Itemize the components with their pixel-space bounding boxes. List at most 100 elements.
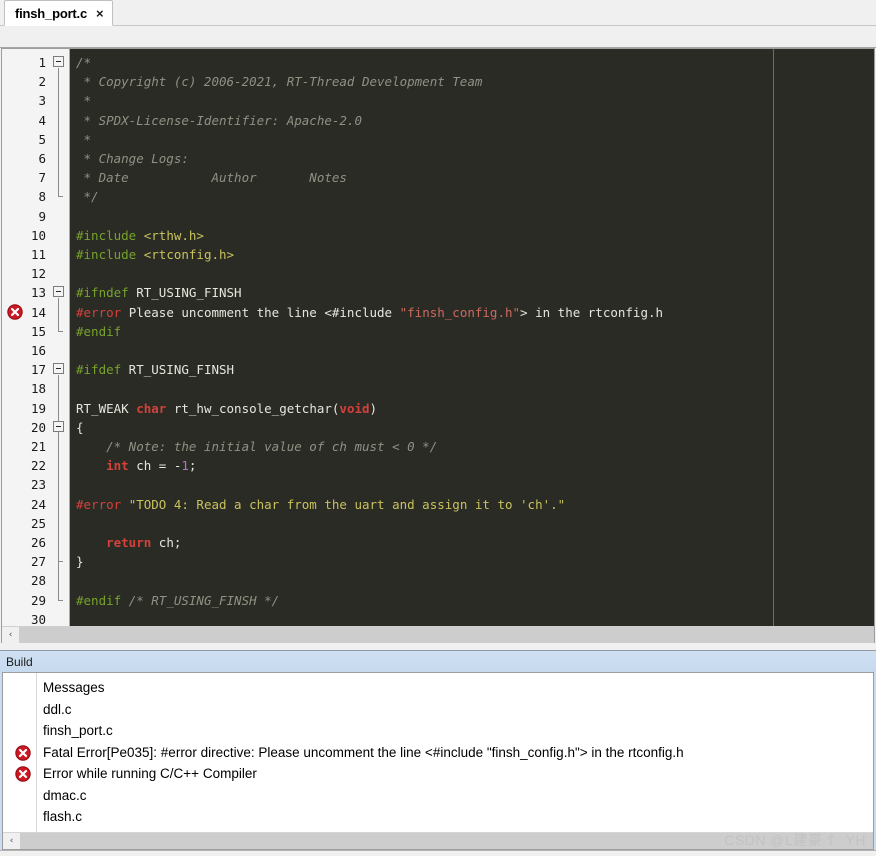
error-icon (15, 744, 31, 761)
code-line[interactable]: #include <rtconfig.h> (70, 245, 234, 264)
tab-label: finsh_port.c (15, 5, 87, 21)
code-line[interactable]: * SPDX-License-Identifier: Apache-2.0 (70, 111, 362, 130)
toolbar-strip (0, 26, 876, 48)
line-number: 20 (30, 419, 46, 435)
build-message-row[interactable]: ddl.c (43, 699, 72, 721)
code-line[interactable]: #endif /* RT_USING_FINSH */ (70, 591, 279, 610)
editor-horizontal-scrollbar[interactable]: ‹ (2, 626, 874, 643)
scroll-left-icon[interactable]: ‹ (2, 627, 19, 643)
code-line[interactable] (70, 475, 84, 494)
line-number: 13 (30, 285, 46, 301)
code-line[interactable]: * Copyright (c) 2006-2021, RT-Thread Dev… (70, 72, 483, 91)
build-column-header: Messages (43, 680, 105, 695)
fold-range-line (58, 68, 59, 197)
code-line[interactable]: * Change Logs: (70, 149, 189, 168)
code-line[interactable]: /* Note: the initial value of ch must < … (70, 437, 437, 456)
editor-tab-bar: finsh_port.c × (0, 0, 876, 26)
code-folding-gutter[interactable] (50, 49, 70, 626)
build-message-list[interactable]: Messages ddl.c finsh_port.c Fatal Error[Pe0… (3, 673, 873, 832)
code-line[interactable] (70, 379, 84, 398)
build-panel: Build Messages ddl.c finsh_port.c Fatal Err… (0, 650, 876, 856)
line-number: 7 (38, 170, 46, 186)
line-number: 30 (30, 611, 46, 626)
code-line[interactable]: #endif (70, 322, 121, 341)
ide-window: finsh_port.c × 1 2 3 4 5 6 7 8 9 10 11 12 13 14 15 16 17… (0, 0, 876, 856)
line-number: 25 (30, 515, 46, 531)
code-line[interactable]: #error "TODO 4: Read a char from the uar… (70, 495, 565, 514)
build-message-row[interactable]: dmac.c (43, 785, 87, 807)
fold-toggle-icon[interactable] (53, 420, 64, 432)
code-line[interactable]: int ch = -1; (70, 456, 196, 475)
line-number-gutter: 1 2 3 4 5 6 7 8 9 10 11 12 13 14 15 16 17 18 19 20 21 22 23 24 2… (28, 49, 50, 626)
code-line[interactable]: /* (70, 53, 91, 72)
code-line[interactable]: */ (70, 187, 99, 206)
code-line[interactable]: } (70, 552, 84, 571)
code-line[interactable] (70, 571, 84, 590)
line-number: 16 (30, 343, 46, 358)
line-number: 1 (38, 55, 46, 70)
code-line[interactable] (70, 514, 84, 533)
code-line[interactable] (70, 610, 84, 626)
line-number: 23 (30, 477, 46, 493)
line-number: 11 (30, 247, 46, 262)
code-line[interactable]: * (70, 130, 92, 149)
code-line[interactable]: #ifndef RT_USING_FINSH (70, 283, 242, 302)
line-number: 12 (30, 266, 46, 282)
fold-range-end (58, 330, 63, 332)
fold-toggle-icon[interactable] (53, 363, 64, 375)
build-output-body[interactable]: Messages ddl.c finsh_port.c Fatal Error[Pe0… (2, 672, 874, 850)
column-ruler (773, 49, 774, 626)
code-line[interactable]: RT_WEAK char rt_hw_console_getchar(void) (70, 399, 377, 418)
code-editor-body[interactable]: 1 2 3 4 5 6 7 8 9 10 11 12 13 14 15 16 17 18 19 20 21 22 23 24 2… (2, 49, 874, 626)
fold-range-end (58, 196, 63, 198)
line-number: 2 (38, 74, 46, 90)
scroll-left-icon[interactable]: ‹ (3, 833, 20, 849)
code-line[interactable]: * (70, 91, 92, 110)
panel-splitter[interactable] (0, 643, 876, 650)
line-number: 6 (38, 151, 46, 166)
code-line[interactable]: return ch; (70, 533, 181, 552)
fold-range-end (58, 561, 63, 563)
code-line[interactable]: #include <rthw.h> (70, 226, 204, 245)
line-number: 4 (38, 112, 46, 128)
code-editor: 1 2 3 4 5 6 7 8 9 10 11 12 13 14 15 16 17 18 19 20 21 22 23 24 2… (1, 48, 875, 643)
line-number: 9 (38, 208, 46, 224)
code-line[interactable] (70, 207, 84, 226)
build-scroll-track[interactable] (20, 833, 873, 849)
build-message-row[interactable]: Error while running C/C++ Compiler (43, 763, 257, 785)
code-line[interactable]: #error Please uncomment the line <#inclu… (70, 303, 663, 322)
code-line[interactable]: { (70, 418, 84, 437)
close-icon[interactable]: × (96, 7, 104, 20)
window-bottom-edge (0, 850, 876, 856)
code-line[interactable] (70, 341, 84, 360)
tab-finsh-port-c[interactable]: finsh_port.c × (4, 0, 113, 26)
code-line[interactable]: #ifdef RT_USING_FINSH (70, 360, 234, 379)
line-number: 14 (30, 304, 46, 320)
error-marker-icon[interactable] (7, 303, 23, 320)
line-number: 3 (38, 93, 46, 109)
build-panel-title: Build (0, 651, 876, 672)
build-message-row[interactable]: finsh_port.c (43, 720, 113, 742)
line-number: 15 (30, 323, 46, 339)
fold-range-line (58, 298, 59, 331)
code-line[interactable]: * Date Author Notes (70, 168, 347, 187)
line-number: 10 (30, 227, 46, 243)
build-icon-column (3, 673, 37, 832)
build-message-row[interactable]: Fatal Error[Pe035]: #error directive: Pl… (43, 742, 684, 764)
line-number: 22 (30, 458, 46, 474)
breakpoint-marker-gutter[interactable] (2, 49, 28, 626)
fold-range-line (58, 432, 59, 562)
line-number: 24 (30, 496, 46, 512)
line-number: 5 (38, 131, 46, 147)
code-text-area[interactable]: /* * Copyright (c) 2006-2021, RT-Thread … (70, 49, 874, 626)
build-row-column[interactable]: Messages ddl.c finsh_port.c Fatal Error[Pe0… (37, 673, 873, 832)
fold-toggle-icon[interactable] (53, 56, 64, 67)
editor-scroll-track[interactable] (19, 627, 874, 643)
line-number: 27 (30, 554, 46, 570)
fold-toggle-icon[interactable] (53, 286, 64, 298)
line-number: 29 (30, 592, 46, 608)
build-horizontal-scrollbar[interactable]: ‹ (3, 832, 873, 849)
code-line[interactable] (70, 264, 84, 283)
line-number: 21 (30, 439, 46, 454)
build-message-row[interactable]: flash.c (43, 806, 82, 828)
